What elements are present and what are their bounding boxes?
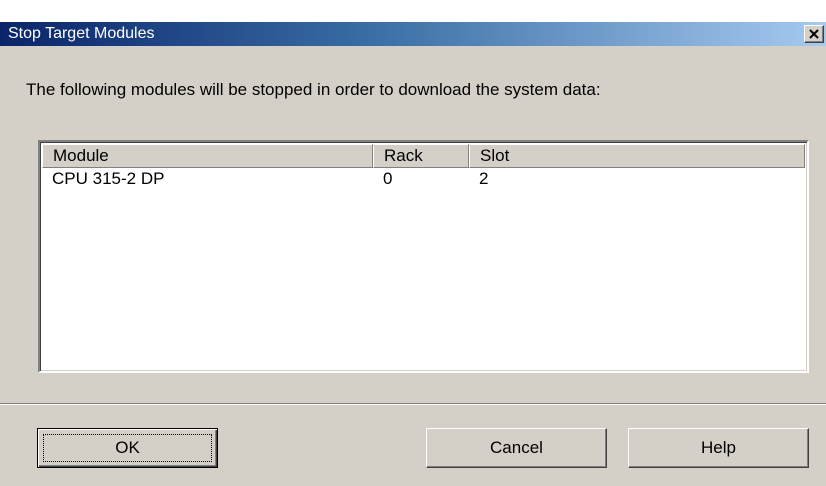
close-icon bbox=[809, 29, 819, 39]
column-header-module[interactable]: Module bbox=[42, 144, 373, 168]
help-button[interactable]: Help bbox=[628, 428, 809, 468]
message-text: The following modules will be stopped in… bbox=[26, 80, 601, 99]
list-header: Module Rack Slot bbox=[42, 144, 805, 168]
window-title: Stop Target Modules bbox=[8, 25, 155, 42]
cancel-button-label: Cancel bbox=[490, 438, 543, 457]
cell-rack: 0 bbox=[383, 169, 393, 188]
column-header-rack[interactable]: Rack bbox=[373, 144, 469, 168]
close-button[interactable] bbox=[804, 25, 824, 43]
column-header-slot[interactable]: Slot bbox=[469, 144, 805, 168]
ok-button[interactable]: OK bbox=[37, 428, 218, 468]
background-strip bbox=[0, 0, 826, 22]
cell-module: CPU 315-2 DP bbox=[52, 169, 165, 188]
cell-slot: 2 bbox=[479, 169, 489, 188]
focus-rectangle bbox=[43, 434, 212, 462]
help-button-label: Help bbox=[701, 438, 736, 457]
title-bar[interactable]: Stop Target Modules bbox=[0, 22, 826, 46]
divider bbox=[0, 403, 826, 405]
table-row[interactable]: CPU 315-2 DP 0 2 bbox=[42, 169, 805, 191]
modules-list[interactable]: Module Rack Slot CPU 315-2 DP 0 2 bbox=[38, 140, 809, 373]
cancel-button[interactable]: Cancel bbox=[426, 428, 607, 468]
